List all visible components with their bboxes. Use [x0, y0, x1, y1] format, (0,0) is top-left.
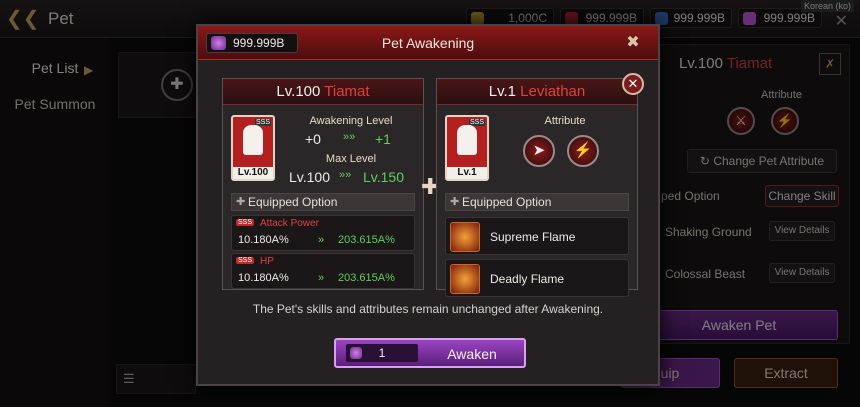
current-pet-card: Lv.100 Tiamat SSS Lv.100 Awakening Level … [222, 78, 424, 290]
awakening-note: The Pet's skills and attributes remain u… [252, 302, 604, 316]
arrow-right-icon: »» [339, 169, 352, 181]
pet-awakening-modal: 999.999B Pet Awakening ✖ Lv.100 Tiamat S… [196, 24, 660, 386]
awakening-level-label: Awakening Level [309, 115, 393, 127]
close-icon[interactable]: ✖ [622, 32, 644, 54]
max-level-from: Lv.100 [289, 169, 330, 185]
modal-header: 999.999B Pet Awakening ✖ [198, 26, 658, 60]
equipped-option-header: ✚ Equipped Option [445, 193, 629, 211]
pet-portrait: SSS Lv.1 [445, 115, 489, 181]
awakening-to: +1 [375, 131, 391, 147]
gem-icon [350, 347, 362, 359]
material-pet-card: Lv.1 Leviathan SSS Lv.1 Attribute ➤ ⚡ ✚ Eq… [436, 78, 638, 297]
lightning-attribute-icon: ⚡ [567, 135, 599, 167]
card-title: Lv.100 Tiamat [223, 79, 423, 105]
bow-attribute-icon: ➤ [523, 135, 555, 167]
remove-pet-icon[interactable]: ✕ [622, 73, 644, 95]
option-row: SSS HP 10.180A%» 203.615A% [231, 253, 415, 289]
arrow-right-icon: »» [343, 131, 356, 143]
equipped-option-header: ✚ Equipped Option [231, 193, 415, 211]
awakening-from: +0 [305, 131, 321, 147]
awaken-button[interactable]: 1 Awaken [334, 338, 526, 368]
max-level-to: Lv.150 [363, 169, 404, 185]
option-row: SSS Attack Power 10.180A%» 203.615A% [231, 215, 415, 251]
max-level-label: Max Level [325, 153, 377, 165]
card-title: Lv.1 Leviathan [437, 79, 637, 105]
skill-row: Supreme Flame [445, 217, 629, 255]
flame-icon [450, 222, 480, 252]
attribute-label: Attribute [544, 115, 586, 127]
flame-icon [450, 264, 480, 294]
skill-row: Deadly Flame [445, 259, 629, 297]
cost-count: 1 [346, 344, 418, 362]
modal-title: Pet Awakening [381, 35, 475, 51]
pet-portrait: SSS Lv.100 [231, 115, 275, 181]
